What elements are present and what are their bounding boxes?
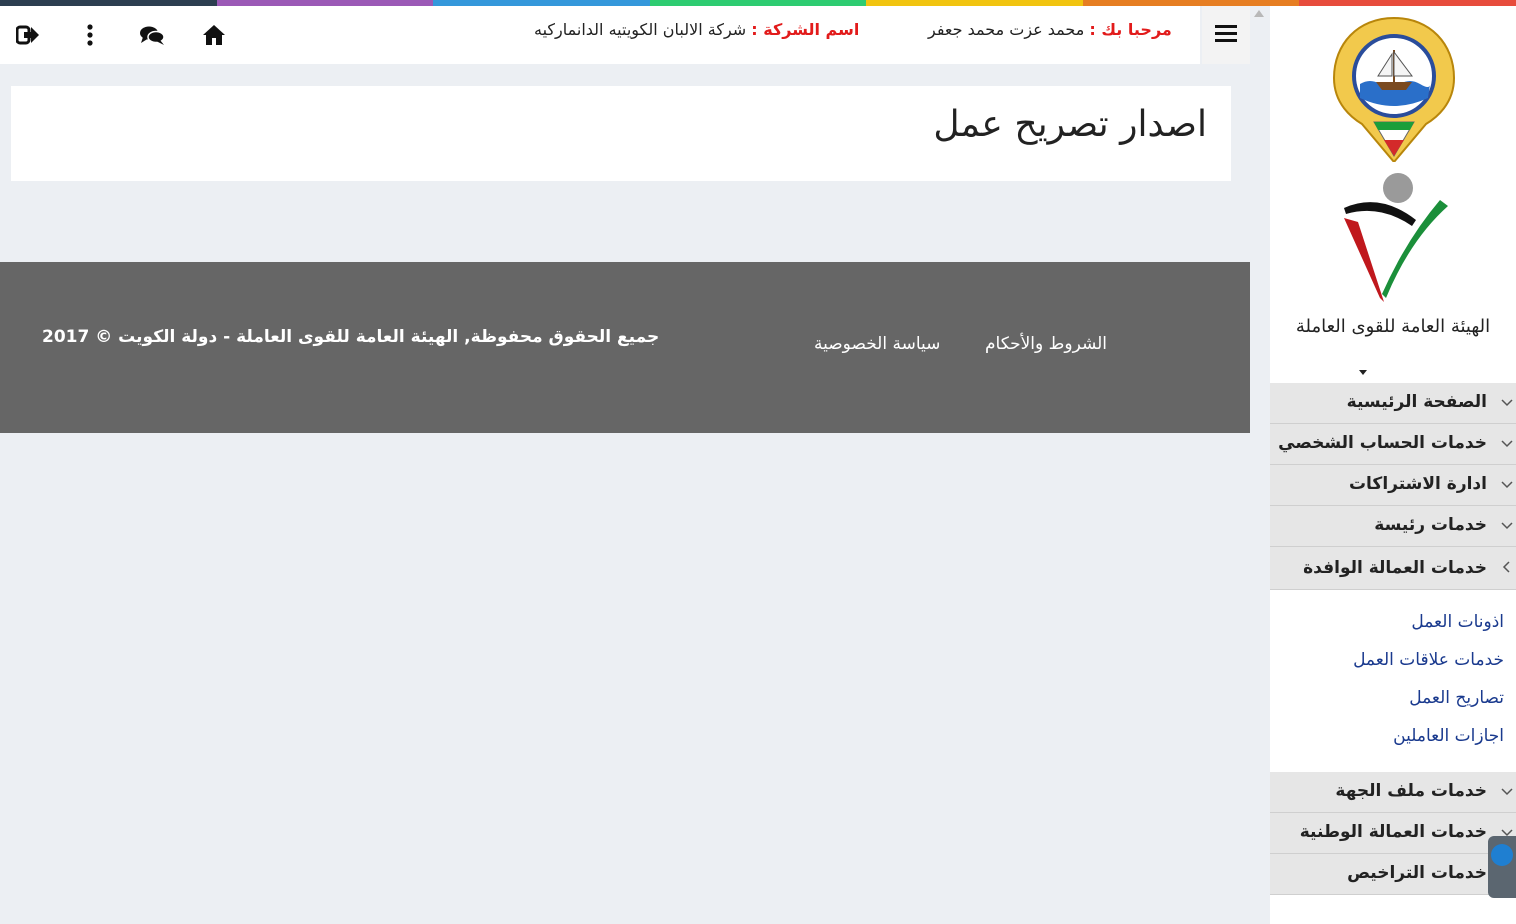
chevron-down-icon — [1501, 522, 1513, 530]
sidebar-item-label: خدمات رئيسة — [1374, 515, 1487, 535]
user-name: محمد عزت محمد جعفر — [928, 20, 1085, 39]
sidebar-item-licenses[interactable]: خدمات التراخيص — [1270, 854, 1516, 895]
more-vertical-icon[interactable] — [76, 20, 104, 50]
manpower-authority-logo — [1344, 173, 1448, 302]
subitem-label: تصاريح العمل — [1409, 688, 1504, 708]
sidebar-item-national-labor[interactable]: خدمات العمالة الوطنية — [1270, 813, 1516, 854]
accent-color-bar — [0, 0, 1516, 6]
subitem-label: خدمات علاقات العمل — [1353, 650, 1504, 670]
subitem-labor-relations[interactable]: خدمات علاقات العمل — [1270, 644, 1516, 682]
home-icon[interactable] — [200, 20, 228, 50]
sidebar-item-label: خدمات العمالة الوطنية — [1299, 822, 1487, 842]
scroll-up-arrow[interactable] — [1254, 10, 1264, 17]
sidebar-item-personal-account[interactable]: خدمات الحساب الشخصي — [1270, 424, 1516, 465]
sidebar-item-label: خدمات ملف الجهة — [1335, 781, 1487, 801]
sidebar: الهيئة العامة للقوى العاملة الصفحة الرئي… — [1270, 6, 1516, 924]
page-title-card: اصدار تصريح عمل — [11, 86, 1231, 181]
logout-icon[interactable] — [14, 20, 42, 50]
caret-down-icon[interactable] — [1359, 370, 1367, 375]
expat-labor-submenu: اذونات العمل خدمات علاقات العمل تصاريح ا… — [1270, 590, 1516, 772]
hamburger-menu-icon — [1215, 23, 1237, 47]
subitem-label: اجازات العاملين — [1393, 726, 1504, 746]
welcome-label: مرحبا بك : — [1089, 20, 1172, 39]
logo-area: الهيئة العامة للقوى العاملة — [1270, 6, 1516, 382]
sidebar-item-home[interactable]: الصفحة الرئيسية — [1270, 383, 1516, 424]
organization-name: الهيئة العامة للقوى العاملة — [1295, 316, 1491, 337]
chevron-down-icon — [1501, 481, 1513, 489]
remote-support-tab[interactable] — [1488, 836, 1516, 898]
subitem-work-permits[interactable]: تصاريح العمل — [1270, 682, 1516, 720]
sidebar-item-label: ادارة الاشتراكات — [1348, 474, 1487, 494]
company-name: شركة الالبان الكويتيه الدانماركيه — [534, 20, 747, 39]
copyright-text: جميع الحقوق محفوظة, الهيئة العامة للقوى … — [42, 327, 660, 347]
terms-link[interactable]: الشروط والأحكام — [985, 334, 1107, 354]
subitem-label: اذونات العمل — [1411, 612, 1504, 632]
chevron-down-icon — [1501, 440, 1513, 448]
company-label: اسم الشركة : — [751, 20, 860, 39]
sidebar-item-subscriptions[interactable]: ادارة الاشتراكات — [1270, 465, 1516, 506]
company-info: اسم الشركة : شركة الالبان الكويتيه الدان… — [534, 20, 859, 39]
chevron-down-icon — [1501, 788, 1513, 796]
chat-icon[interactable] — [138, 20, 166, 50]
chevron-down-icon — [1501, 399, 1513, 407]
chevron-left-icon — [1502, 561, 1510, 573]
sidebar-item-label: خدمات العمالة الوافدة — [1303, 558, 1487, 578]
page-title: اصدار تصريح عمل — [933, 104, 1207, 145]
sidebar-item-expat-labor[interactable]: خدمات العمالة الوافدة — [1270, 547, 1516, 590]
subitem-work-permissions[interactable]: اذونات العمل — [1270, 606, 1516, 644]
sidebar-item-label: الصفحة الرئيسية — [1346, 392, 1487, 412]
remote-support-icon — [1491, 844, 1513, 866]
sidebar-item-main-services[interactable]: خدمات رئيسة — [1270, 506, 1516, 547]
sidebar-item-label: خدمات التراخيص — [1347, 863, 1487, 883]
sidebar-item-entity-file[interactable]: خدمات ملف الجهة — [1270, 772, 1516, 813]
sidebar-toggle-button[interactable] — [1202, 6, 1250, 64]
subitem-employee-leaves[interactable]: اجازات العاملين — [1270, 720, 1516, 758]
kuwait-emblem-logo — [1332, 16, 1456, 162]
footer: جميع الحقوق محفوظة, الهيئة العامة للقوى … — [0, 262, 1250, 433]
top-bar: اسم الشركة : شركة الالبان الكويتيه الدان… — [0, 6, 1200, 64]
welcome-info: مرحبا بك : محمد عزت محمد جعفر — [928, 20, 1172, 39]
sidebar-menu: الصفحة الرئيسية خدمات الحساب الشخصي ادار… — [1270, 383, 1516, 895]
sidebar-item-label: خدمات الحساب الشخصي — [1278, 433, 1487, 453]
privacy-policy-link[interactable]: سياسة الخصوصية — [814, 334, 940, 354]
